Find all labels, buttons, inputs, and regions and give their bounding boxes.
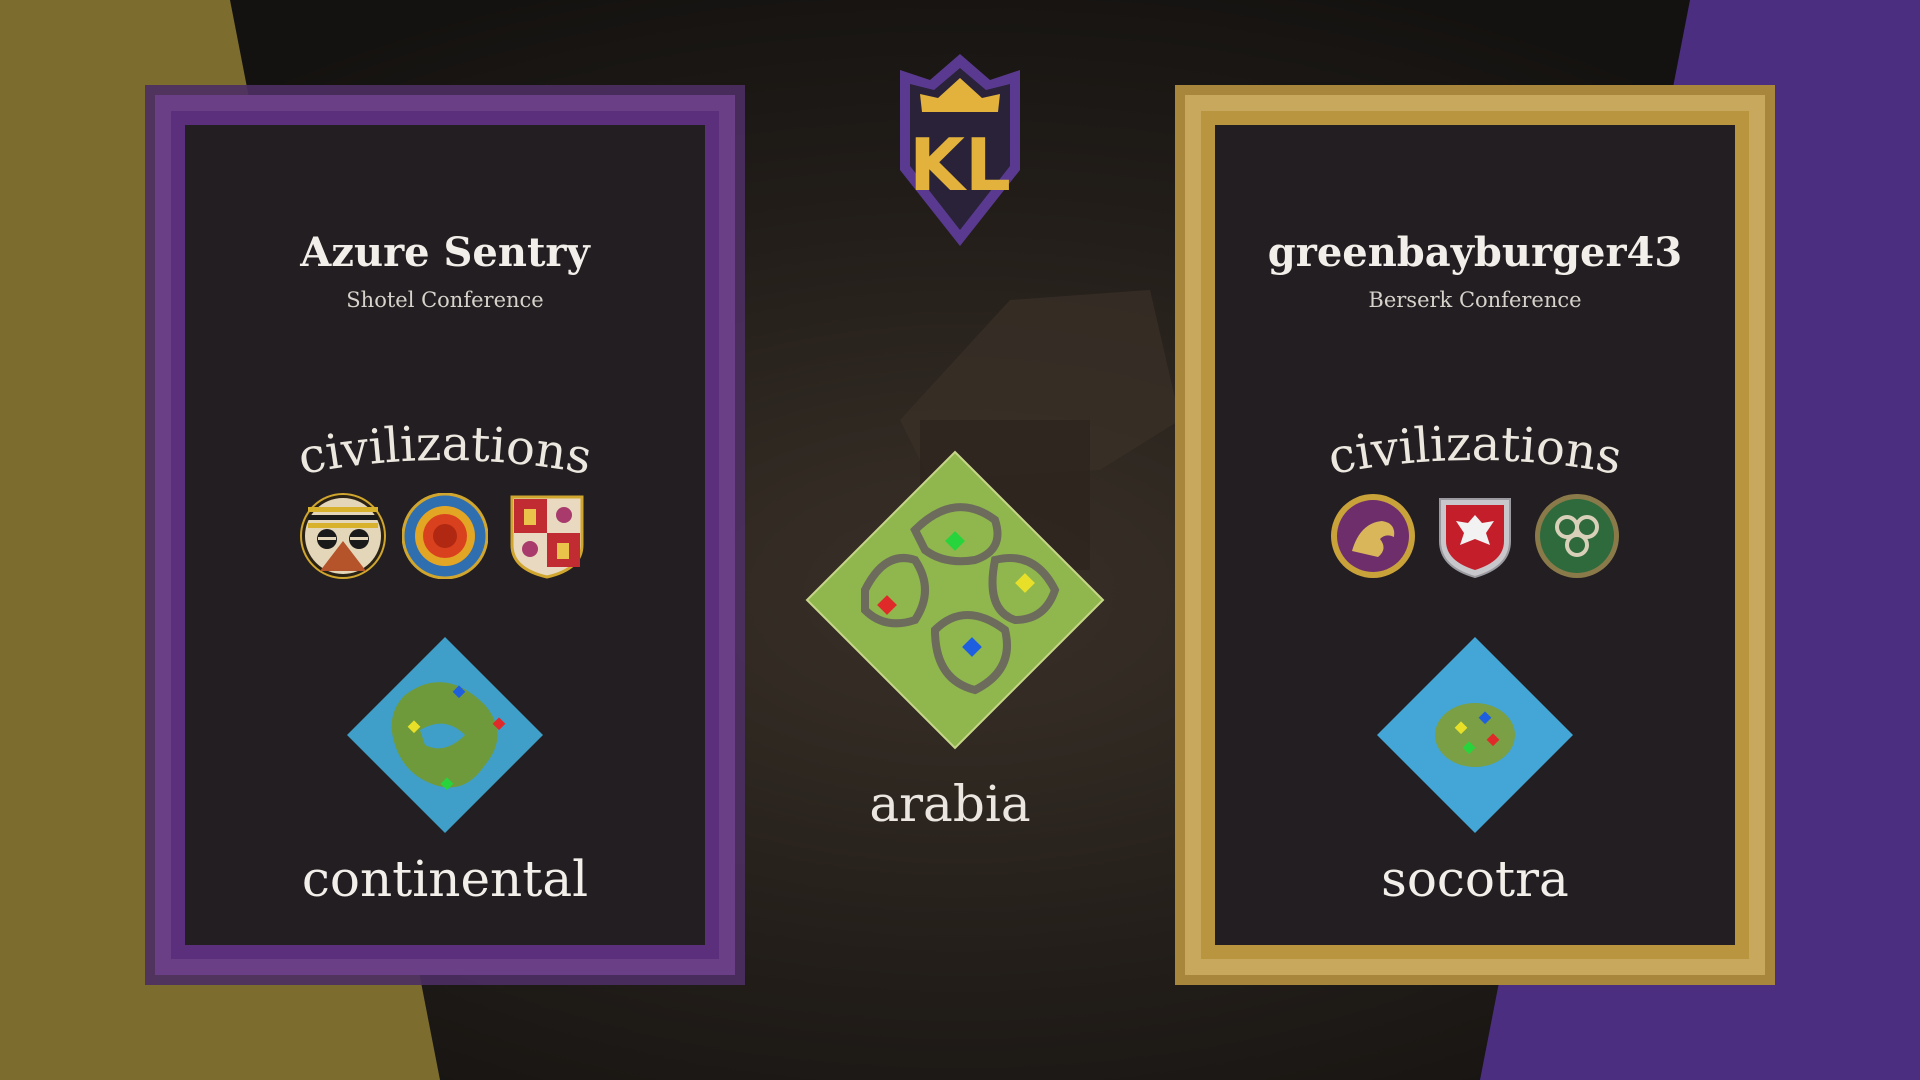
left-civilizations-heading: civilizations: [294, 416, 596, 486]
right-card-body: greenbayburger43 Berserk Conference civi…: [1215, 125, 1735, 945]
left-player-name: Azure Sentry: [300, 229, 590, 276]
right-player-name: greenbayburger43: [1267, 229, 1683, 276]
incas-icon: [402, 493, 488, 579]
celts-icon: [1535, 494, 1619, 578]
left-map-name: continental: [301, 850, 589, 908]
right-player-conference: Berserk Conference: [1368, 288, 1582, 312]
center-map-thumbnail: [805, 450, 1105, 750]
left-civ-icons: [185, 493, 705, 579]
svg-text:civilizations: civilizations: [1324, 416, 1626, 486]
spanish-icon: [510, 495, 584, 579]
right-civ-icons: [1215, 493, 1735, 579]
persians-icon: [1331, 494, 1415, 578]
svg-text:KL: KL: [909, 123, 1011, 207]
right-civilizations-heading: civilizations: [1324, 416, 1626, 486]
svg-text:civilizations: civilizations: [294, 416, 596, 486]
center-map-name: arabia: [869, 775, 1031, 833]
right-map-name: socotra: [1381, 850, 1569, 908]
ethiopians-icon: [300, 493, 386, 579]
right-map-thumbnail: [1377, 637, 1573, 833]
left-map-thumbnail: [347, 637, 543, 833]
left-player-conference: Shotel Conference: [346, 288, 544, 312]
right-player-card: greenbayburger43 Berserk Conference civi…: [1175, 85, 1775, 985]
kl-logo: KL: [900, 54, 1020, 246]
left-card-body: Azure Sentry Shotel Conference civilizat…: [185, 125, 705, 945]
poles-icon: [1439, 498, 1511, 579]
left-player-card: Azure Sentry Shotel Conference civilizat…: [145, 85, 745, 985]
